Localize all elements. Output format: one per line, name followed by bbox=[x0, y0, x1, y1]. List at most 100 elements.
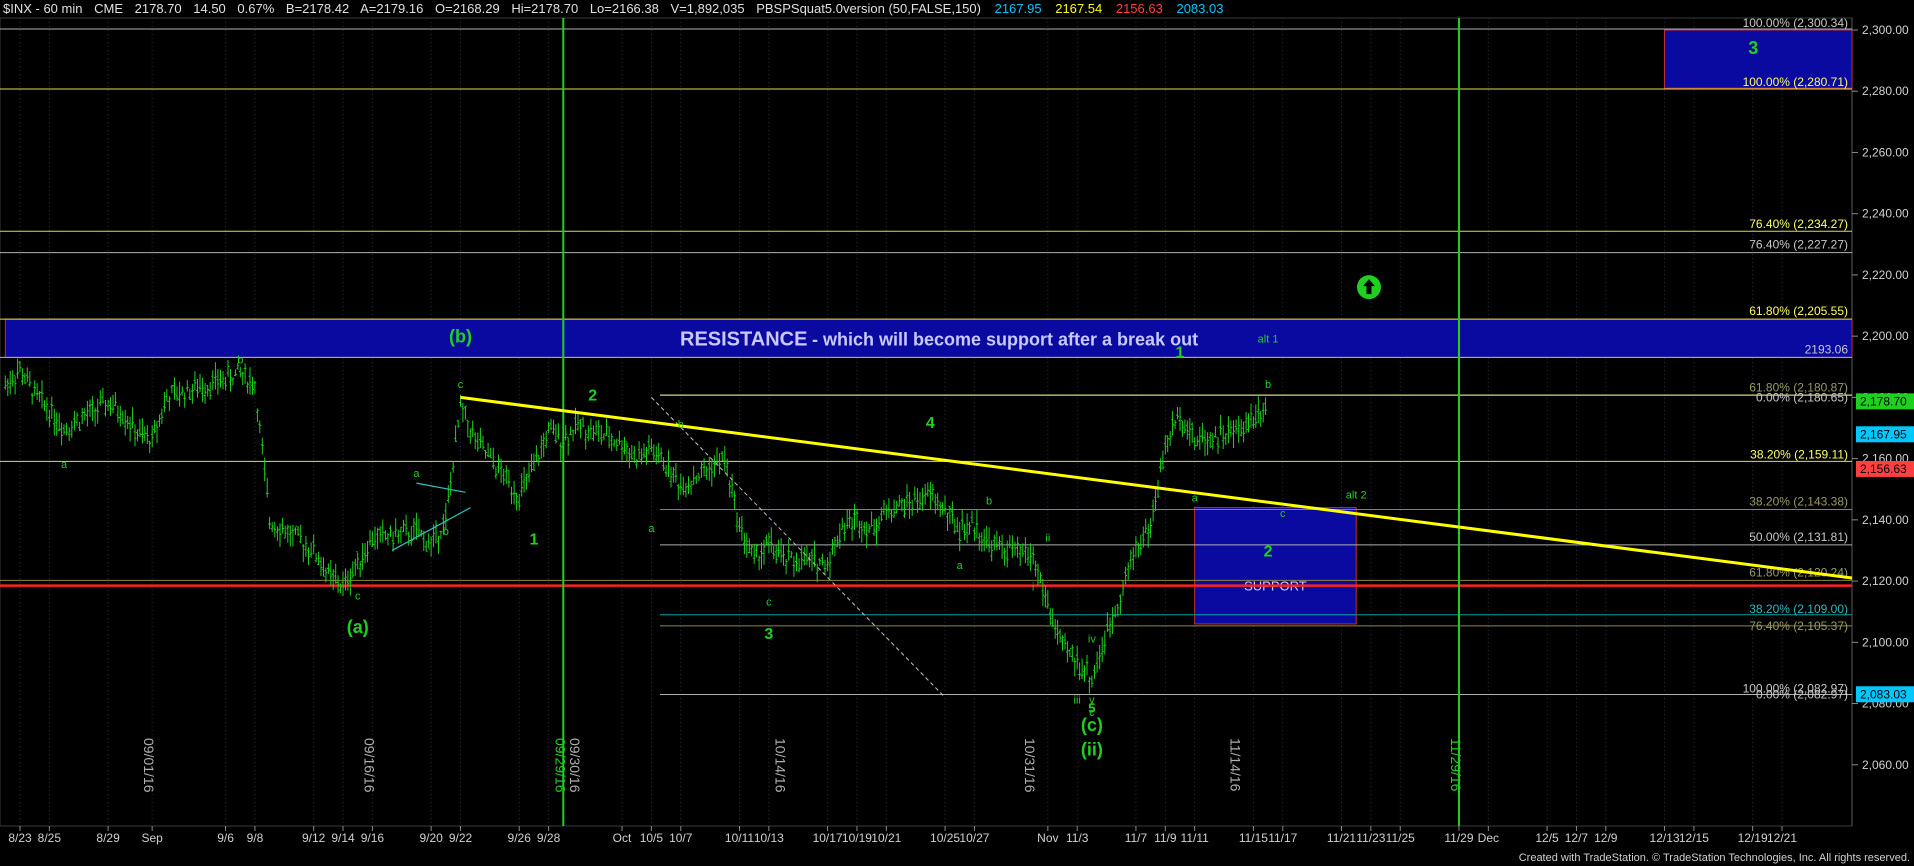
fib-level-label: 100.00% (2,280.71) bbox=[1743, 75, 1848, 89]
wave-label: c bbox=[766, 597, 772, 609]
wave-label: c bbox=[355, 590, 361, 602]
y-tick-label: 2,280.00 bbox=[1862, 84, 1909, 98]
wave-label: b bbox=[237, 355, 243, 367]
svg-text:2,083.03: 2,083.03 bbox=[1860, 687, 1907, 701]
fib-level-label: 76.40% (2,234.27) bbox=[1749, 217, 1848, 231]
x-tick-label: 9/12 bbox=[302, 831, 326, 845]
x-tick-label: 11/9 bbox=[1154, 831, 1177, 845]
header-change-pct: 0.67% bbox=[237, 1, 274, 16]
y-tick-label: 2,200.00 bbox=[1862, 329, 1909, 343]
wave-label: b bbox=[1265, 379, 1271, 391]
wave-label: 2 bbox=[1264, 544, 1273, 561]
wave-label: ii bbox=[1045, 532, 1050, 544]
wave-label: c bbox=[1089, 707, 1095, 719]
price-tag: 2,083.03 bbox=[1856, 686, 1914, 703]
price-tag: 2,156.63 bbox=[1856, 460, 1914, 477]
resistance-zone-sublabel: - which will become support after a brea… bbox=[812, 329, 1198, 349]
y-tick-label: 2,220.00 bbox=[1862, 268, 1909, 282]
fib-level-label: 0.00% (2,082.97) bbox=[1756, 687, 1848, 701]
header-study: PBSPSquat5.0version (50,FALSE,150) bbox=[756, 1, 981, 16]
x-tick-label: 12/9 bbox=[1594, 831, 1618, 845]
wave-label: (b) bbox=[449, 326, 472, 346]
wave-label: 1 bbox=[529, 531, 538, 548]
x-tick-label: 11/29 bbox=[1444, 831, 1473, 845]
footer-credit: Created with TradeStation. © TradeStatio… bbox=[1519, 852, 1910, 864]
x-tick-label: 10/19 bbox=[842, 831, 872, 845]
x-tick-label: 10/25 bbox=[930, 831, 960, 845]
wave-label: a bbox=[413, 468, 420, 480]
vertical-date-label: 09/29/16 bbox=[552, 738, 568, 793]
x-tick-label: 12/21 bbox=[1767, 831, 1797, 845]
x-tick-label: 10/5 bbox=[640, 831, 664, 845]
wave-label: c bbox=[1280, 508, 1286, 520]
price-tag: 2,178.70 bbox=[1856, 393, 1914, 410]
x-tick-label: 10/27 bbox=[959, 831, 989, 845]
x-tick-label: 9/20 bbox=[419, 831, 443, 845]
wave-label: (a) bbox=[347, 617, 369, 637]
header-low: Lo=2166.38 bbox=[590, 1, 659, 16]
fib-level-label: 76.40% (2,227.27) bbox=[1749, 238, 1848, 252]
fib-level-label: 100.00% (2,300.34) bbox=[1743, 16, 1848, 30]
header-study-value-2: 2167.54 bbox=[1055, 1, 1102, 16]
wave-label: a bbox=[648, 523, 655, 535]
wave-label: 1 bbox=[1176, 345, 1185, 362]
x-tick-label: 12/19 bbox=[1738, 831, 1768, 845]
header-change: 14.50 bbox=[193, 1, 226, 16]
svg-text:2,156.63: 2,156.63 bbox=[1860, 462, 1907, 476]
x-tick-label: 9/8 bbox=[247, 831, 264, 845]
vertical-date-label: 11/29/16 bbox=[1448, 738, 1464, 792]
x-tick-label: 9/22 bbox=[449, 831, 473, 845]
fib-level-label: 38.20% (2,109.00) bbox=[1749, 602, 1848, 616]
wave-label: c bbox=[458, 379, 464, 391]
fib-level-label: 38.20% (2,143.38) bbox=[1749, 494, 1848, 508]
y-tick-label: 2,240.00 bbox=[1862, 207, 1909, 221]
wave-label: i bbox=[1032, 581, 1034, 593]
x-tick-label: 11/25 bbox=[1386, 831, 1415, 845]
x-tick-label: 12/13 bbox=[1650, 831, 1680, 845]
y-tick-label: 2,140.00 bbox=[1862, 513, 1909, 527]
fib-level-label: 2193.06 bbox=[1805, 342, 1849, 356]
header-study-value-1: 2167.95 bbox=[995, 1, 1042, 16]
support-zone bbox=[1194, 507, 1357, 625]
wave-label: iii bbox=[1074, 695, 1081, 707]
fib-level-label: 38.20% (2,159.11) bbox=[1750, 447, 1848, 461]
y-tick-label: 2,120.00 bbox=[1862, 574, 1909, 588]
header-ask: A=2179.16 bbox=[360, 1, 423, 16]
x-tick-label: 9/26 bbox=[508, 831, 532, 845]
x-tick-label: 8/25 bbox=[38, 831, 62, 845]
header-exchange: CME bbox=[94, 1, 123, 16]
x-tick-label: 10/11 bbox=[725, 831, 754, 845]
y-tick-label: 2,060.00 bbox=[1862, 758, 1909, 772]
x-tick-label: Sep bbox=[141, 831, 163, 845]
x-tick-label: 11/15 bbox=[1239, 831, 1268, 845]
x-tick-label: 9/28 bbox=[537, 831, 561, 845]
header-symbol: $INX - 60 min bbox=[3, 1, 82, 16]
x-tick-label: 9/16 bbox=[361, 831, 385, 845]
price-tag: 2,167.95 bbox=[1856, 426, 1914, 443]
x-tick-label: 10/13 bbox=[754, 831, 784, 845]
header-bid: B=2178.42 bbox=[286, 1, 349, 16]
wave-label: 4 bbox=[926, 415, 935, 432]
x-tick-label: 12/15 bbox=[1679, 831, 1709, 845]
up-arrow-icon bbox=[1356, 275, 1381, 300]
vertical-date-label: 09/30/16 bbox=[567, 738, 583, 793]
price-chart: RESISTANCE - which will become support af… bbox=[0, 0, 1914, 866]
x-tick-label: Nov bbox=[1037, 831, 1058, 845]
x-tick-label: 8/23 bbox=[8, 831, 32, 845]
vertical-date-label: 10/14/16 bbox=[773, 738, 789, 793]
header-high: Hi=2178.70 bbox=[511, 1, 578, 16]
wave-label: alt 2 bbox=[1346, 489, 1367, 501]
vertical-date-label: 11/14/16 bbox=[1228, 738, 1244, 792]
fib-level-label: 0.00% (2,180.65) bbox=[1756, 390, 1848, 404]
x-tick-label: 12/7 bbox=[1565, 831, 1589, 845]
svg-text:2,178.70: 2,178.70 bbox=[1860, 394, 1907, 408]
x-tick-label: 11/21 bbox=[1327, 831, 1356, 845]
y-tick-label: 2,300.00 bbox=[1862, 23, 1909, 37]
chart-window: RESISTANCE - which will become support af… bbox=[0, 0, 1914, 866]
x-tick-label: 11/3 bbox=[1066, 831, 1089, 845]
x-tick-label: 11/11 bbox=[1181, 831, 1210, 845]
x-tick-label: 10/21 bbox=[871, 831, 901, 845]
wave-label: b bbox=[986, 496, 992, 508]
header-study-value-4: 2083.03 bbox=[1176, 1, 1223, 16]
wave-label: 3 bbox=[764, 626, 773, 643]
